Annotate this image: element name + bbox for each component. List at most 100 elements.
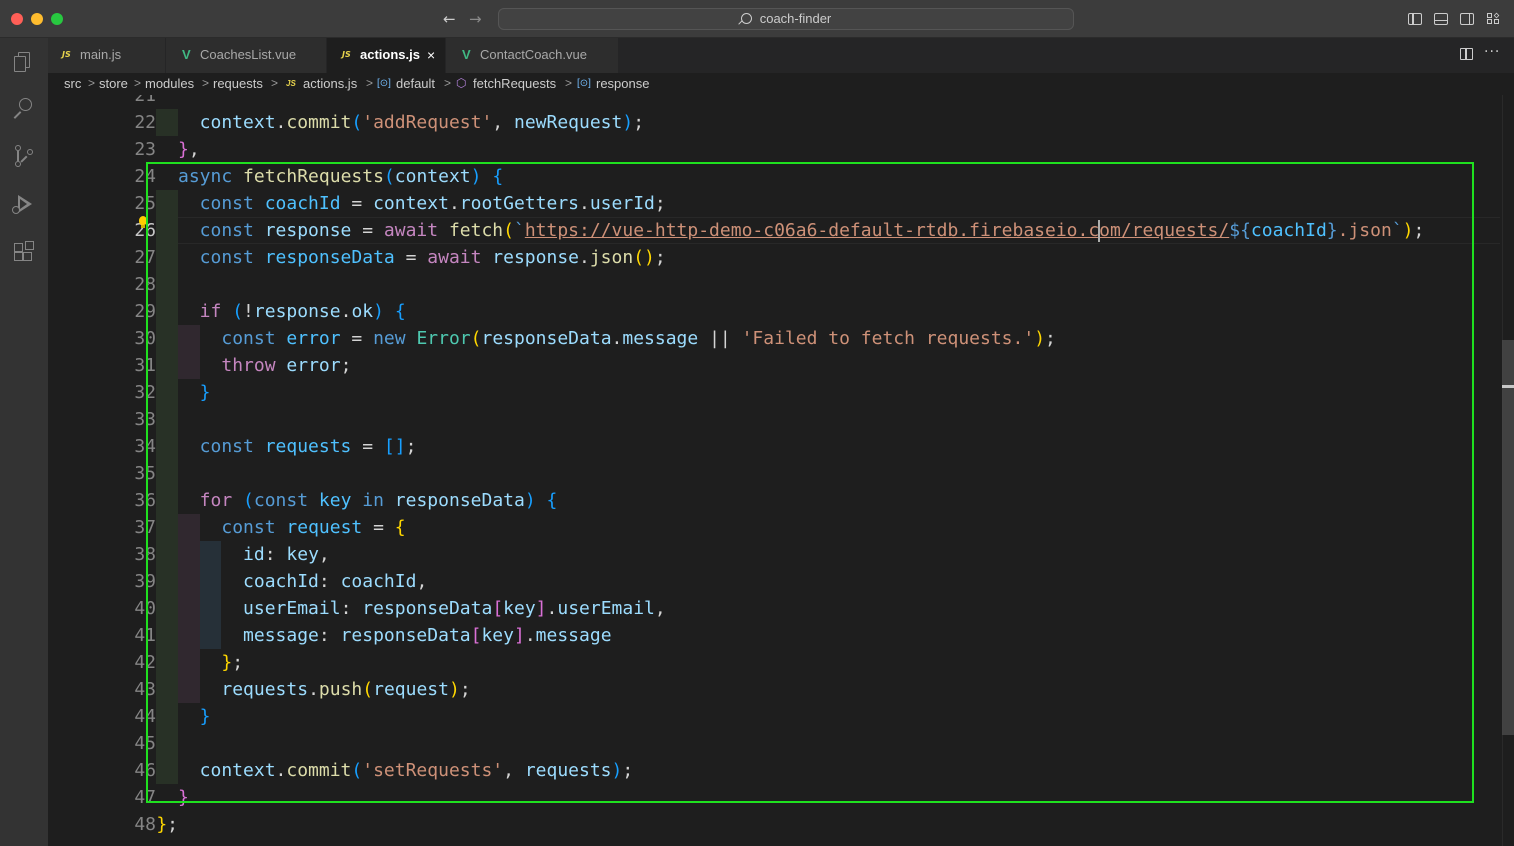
code-line[interactable]: 32} (48, 379, 1500, 406)
code-line[interactable]: 36 for (const key in responseData) { (48, 487, 1500, 514)
code-line[interactable]: 31 throw error; (48, 352, 1500, 379)
code-text[interactable]: } (178, 784, 189, 811)
line-number[interactable]: 45 (68, 730, 156, 757)
code-text[interactable]: requests.push(request); (221, 676, 470, 703)
line-number[interactable]: 44 (68, 703, 156, 730)
explorer-icon[interactable] (12, 50, 36, 74)
lightbulb-icon[interactable] (139, 216, 147, 228)
line-number[interactable]: 24 (68, 163, 156, 190)
window-close-button[interactable] (11, 13, 23, 25)
code-line[interactable]: 35 (48, 460, 1500, 487)
code-text[interactable]: context.commit('addRequest', newRequest)… (200, 109, 644, 136)
tab-coacheslist-vue[interactable]: V CoachesList.vue (166, 38, 327, 73)
line-number[interactable]: 39 (68, 568, 156, 595)
back-arrow-icon[interactable]: ← (443, 10, 456, 28)
breadcrumb-item[interactable]: modules (145, 76, 194, 91)
line-number[interactable]: 48 (68, 811, 156, 838)
code-text[interactable]: userEmail: responseData[key].userEmail, (243, 595, 666, 622)
code-line[interactable]: 23}, (48, 136, 1500, 163)
code-line[interactable]: 22 context.commit('addRequest', newReques… (48, 109, 1500, 136)
breadcrumb-item[interactable]: store (99, 76, 128, 91)
code-line[interactable]: 21 (48, 95, 1500, 109)
line-number[interactable]: 28 (68, 271, 156, 298)
customize-layout-icon[interactable] (1487, 12, 1501, 25)
scrollbar-thumb[interactable] (1502, 340, 1514, 735)
line-number[interactable]: 34 (68, 433, 156, 460)
code-text[interactable]: throw error; (221, 352, 351, 379)
line-number[interactable]: 37 (68, 514, 156, 541)
code-text[interactable]: const request = { (221, 514, 405, 541)
tab-actions-js[interactable]: JS actions.js × (327, 38, 446, 73)
source-control-icon[interactable] (12, 144, 36, 168)
line-number[interactable]: 25 (68, 190, 156, 217)
split-editor-icon[interactable] (1460, 48, 1473, 60)
code-text[interactable]: const coachId = context.rootGetters.user… (200, 190, 666, 217)
code-text[interactable]: message: responseData[key].message (243, 622, 612, 649)
line-number[interactable]: 47 (68, 784, 156, 811)
code-line[interactable]: 42}; (48, 649, 1500, 676)
breadcrumb-item[interactable]: src (64, 76, 81, 91)
line-number[interactable]: 38 (68, 541, 156, 568)
code-text[interactable]: id: key, (243, 541, 330, 568)
code-editor[interactable]: 21 22 context.commit('addRequest', newRequ… (48, 95, 1514, 846)
window-minimize-button[interactable] (31, 13, 43, 25)
line-number[interactable]: 40 (68, 595, 156, 622)
code-text[interactable]: }, (178, 136, 200, 163)
line-number[interactable]: 35 (68, 460, 156, 487)
code-line[interactable]: 39 coachId: coachId, (48, 568, 1500, 595)
line-number[interactable]: 23 (68, 136, 156, 163)
line-number[interactable]: 31 (68, 352, 156, 379)
breadcrumb-item[interactable]: default (396, 76, 435, 91)
more-actions-icon[interactable]: ··· (1484, 44, 1500, 60)
forward-arrow-icon[interactable]: → (469, 10, 482, 28)
code-text[interactable]: const response = await fetch(`https://vu… (200, 217, 1425, 244)
code-line[interactable]: 41 message: responseData[key].message (48, 622, 1500, 649)
code-text[interactable]: const error = new Error(responseData.mes… (221, 325, 1056, 352)
breadcrumb-item[interactable]: requests (213, 76, 263, 91)
tab-contactcoach-vue[interactable]: V ContactCoach.vue (446, 38, 619, 73)
code-line[interactable]: 29 if (!response.ok) { (48, 298, 1500, 325)
code-line[interactable]: 47} (48, 784, 1500, 811)
search-icon[interactable] (12, 96, 36, 120)
code-line[interactable]: 27 const responseData = await response.js… (48, 244, 1500, 271)
line-number[interactable]: 30 (68, 325, 156, 352)
breadcrumb-item[interactable]: response (596, 76, 649, 91)
code-line[interactable]: 44} (48, 703, 1500, 730)
code-text[interactable]: context.commit('setRequests', requests); (200, 757, 634, 784)
code-line[interactable]: 34 const requests = []; (48, 433, 1500, 460)
run-debug-icon[interactable] (12, 192, 36, 216)
line-number[interactable]: 46 (68, 757, 156, 784)
line-number[interactable]: 33 (68, 406, 156, 433)
code-text[interactable]: coachId: coachId, (243, 568, 427, 595)
breadcrumb-item[interactable]: actions.js (303, 76, 357, 91)
line-number[interactable]: 41 (68, 622, 156, 649)
code-line[interactable]: 45 (48, 730, 1500, 757)
close-icon[interactable]: × (427, 38, 435, 72)
code-line[interactable]: 25 const coachId = context.rootGetters.us… (48, 190, 1500, 217)
code-text[interactable]: const requests = []; (200, 433, 417, 460)
code-text[interactable]: for (const key in responseData) { (200, 487, 558, 514)
line-number[interactable]: 42 (68, 649, 156, 676)
code-text[interactable]: } (200, 703, 211, 730)
tab-main-js[interactable]: JS main.js (48, 38, 166, 73)
breadcrumb-item[interactable]: fetchRequests (473, 76, 556, 91)
line-number[interactable]: 21 (68, 95, 156, 109)
code-line[interactable]: 24 async fetchRequests(context) { (48, 163, 1500, 190)
code-text[interactable]: async fetchRequests(context) { (178, 163, 503, 190)
code-line[interactable]: 37 const request = { (48, 514, 1500, 541)
line-number[interactable]: 32 (68, 379, 156, 406)
code-line[interactable]: 43 requests.push(request); (48, 676, 1500, 703)
code-line[interactable]: 40 userEmail: responseData[key].userEmail… (48, 595, 1500, 622)
code-line[interactable]: 26 const response = await fetch(`https://… (48, 217, 1500, 244)
code-line[interactable]: 48}; (48, 811, 1500, 838)
line-number[interactable]: 43 (68, 676, 156, 703)
toggle-panel-icon[interactable] (1434, 13, 1448, 25)
line-number[interactable]: 22 (68, 109, 156, 136)
line-number[interactable]: 29 (68, 298, 156, 325)
code-text[interactable]: if (!response.ok) { (200, 298, 406, 325)
code-text[interactable]: } (200, 379, 211, 406)
code-text[interactable]: }; (156, 811, 178, 838)
window-maximize-button[interactable] (51, 13, 63, 25)
code-line[interactable]: 46 context.commit('setRequests', requests… (48, 757, 1500, 784)
command-center-search[interactable]: coach-finder (498, 8, 1074, 30)
